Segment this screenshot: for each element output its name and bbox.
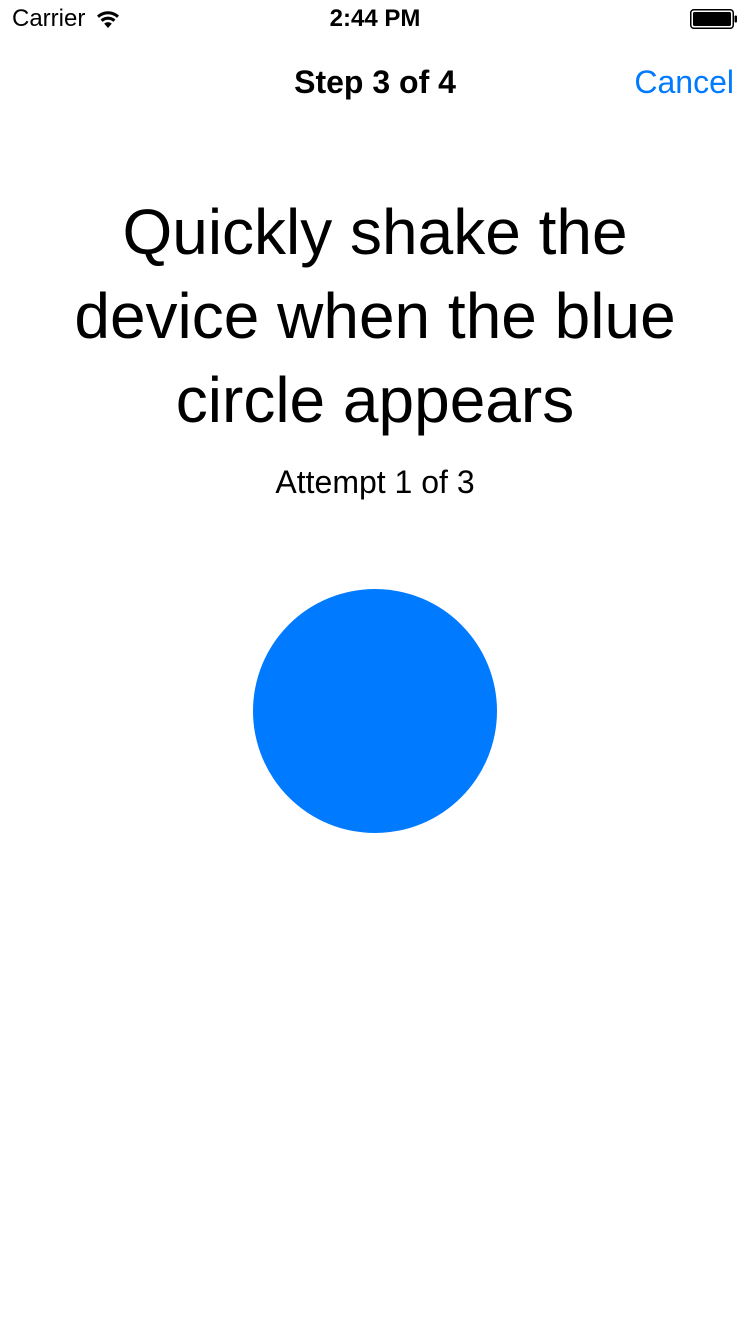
status-bar: Carrier 2:44 PM <box>0 0 750 40</box>
battery-icon <box>690 9 737 29</box>
attempt-counter: Attempt 1 of 3 <box>275 464 475 500</box>
blue-circle-target <box>253 589 497 833</box>
status-time: 2:44 PM <box>329 5 421 32</box>
cancel-button[interactable]: Cancel <box>634 62 734 102</box>
navigation-bar: Step 3 of 4 Cancel <box>0 40 750 128</box>
instruction-text: Quickly shake the device when the blue c… <box>74 196 676 436</box>
shake-task-screen: Carrier 2:44 PM Step 3 of 4 Cancel Quick… <box>0 0 750 1330</box>
